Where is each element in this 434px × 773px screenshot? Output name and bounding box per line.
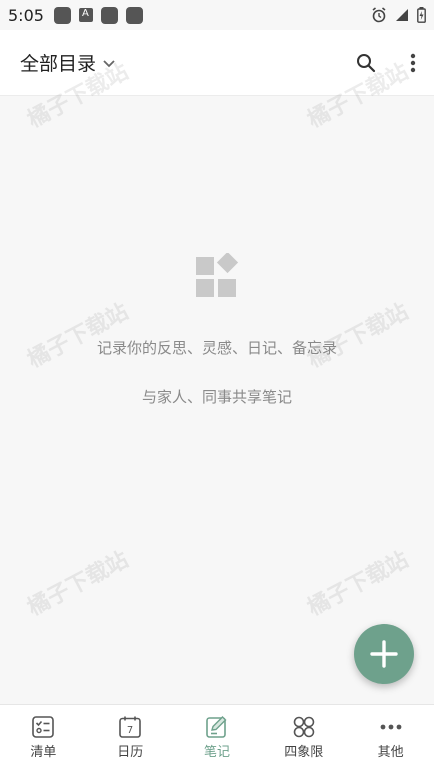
notification-icon [53,6,71,24]
notification-icon [100,6,118,24]
battery-icon [417,7,426,23]
tab-label: 日历 [117,745,144,760]
more-vertical-icon[interactable] [410,53,416,73]
status-time: 5:05 [8,5,44,25]
tab-more[interactable]: 其他 [347,705,434,773]
notes-empty-icon [196,253,239,297]
tab-quadrant[interactable]: 四象限 [260,705,347,773]
chevron-down-icon[interactable] [102,59,116,69]
calendar-day: 7 [127,725,133,736]
checklist-icon [32,716,55,738]
tab-calendar[interactable]: 7 日历 [87,705,174,773]
tab-checklist[interactable]: 清单 [0,705,87,773]
status-icons [371,7,426,23]
directory-title[interactable]: 全部目录 [20,49,96,76]
tab-label: 笔记 [203,745,230,760]
add-note-button[interactable] [354,624,414,684]
tab-notes[interactable]: 笔记 [174,705,261,773]
quadrant-icon [293,716,315,738]
tab-label: 其他 [377,745,404,760]
plus-icon [370,640,398,668]
empty-state-description: 记录你的反思、灵感、日记、备忘录 [96,339,337,357]
top-app-bar: 全部目录 [0,30,434,96]
bottom-tab-bar: 清单 7 日历 笔记 四象限 其他 [0,704,434,773]
empty-state-share-hint: 与家人、同事共享笔记 [141,388,292,406]
alarm-icon [372,7,386,23]
app-notification-icon [78,8,93,22]
tab-label: 四象限 [284,745,324,760]
signal-icon [396,9,408,21]
status-bar: 5:05 [0,0,434,30]
notification-icon [125,6,143,24]
note-icon [206,716,227,738]
empty-state: 记录你的反思、灵感、日记、备忘录 与家人、同事共享笔记 [0,96,434,704]
calendar-icon: 7 [119,716,141,738]
more-icon [380,724,401,730]
search-icon[interactable] [356,53,376,73]
tab-label: 清单 [30,745,57,760]
